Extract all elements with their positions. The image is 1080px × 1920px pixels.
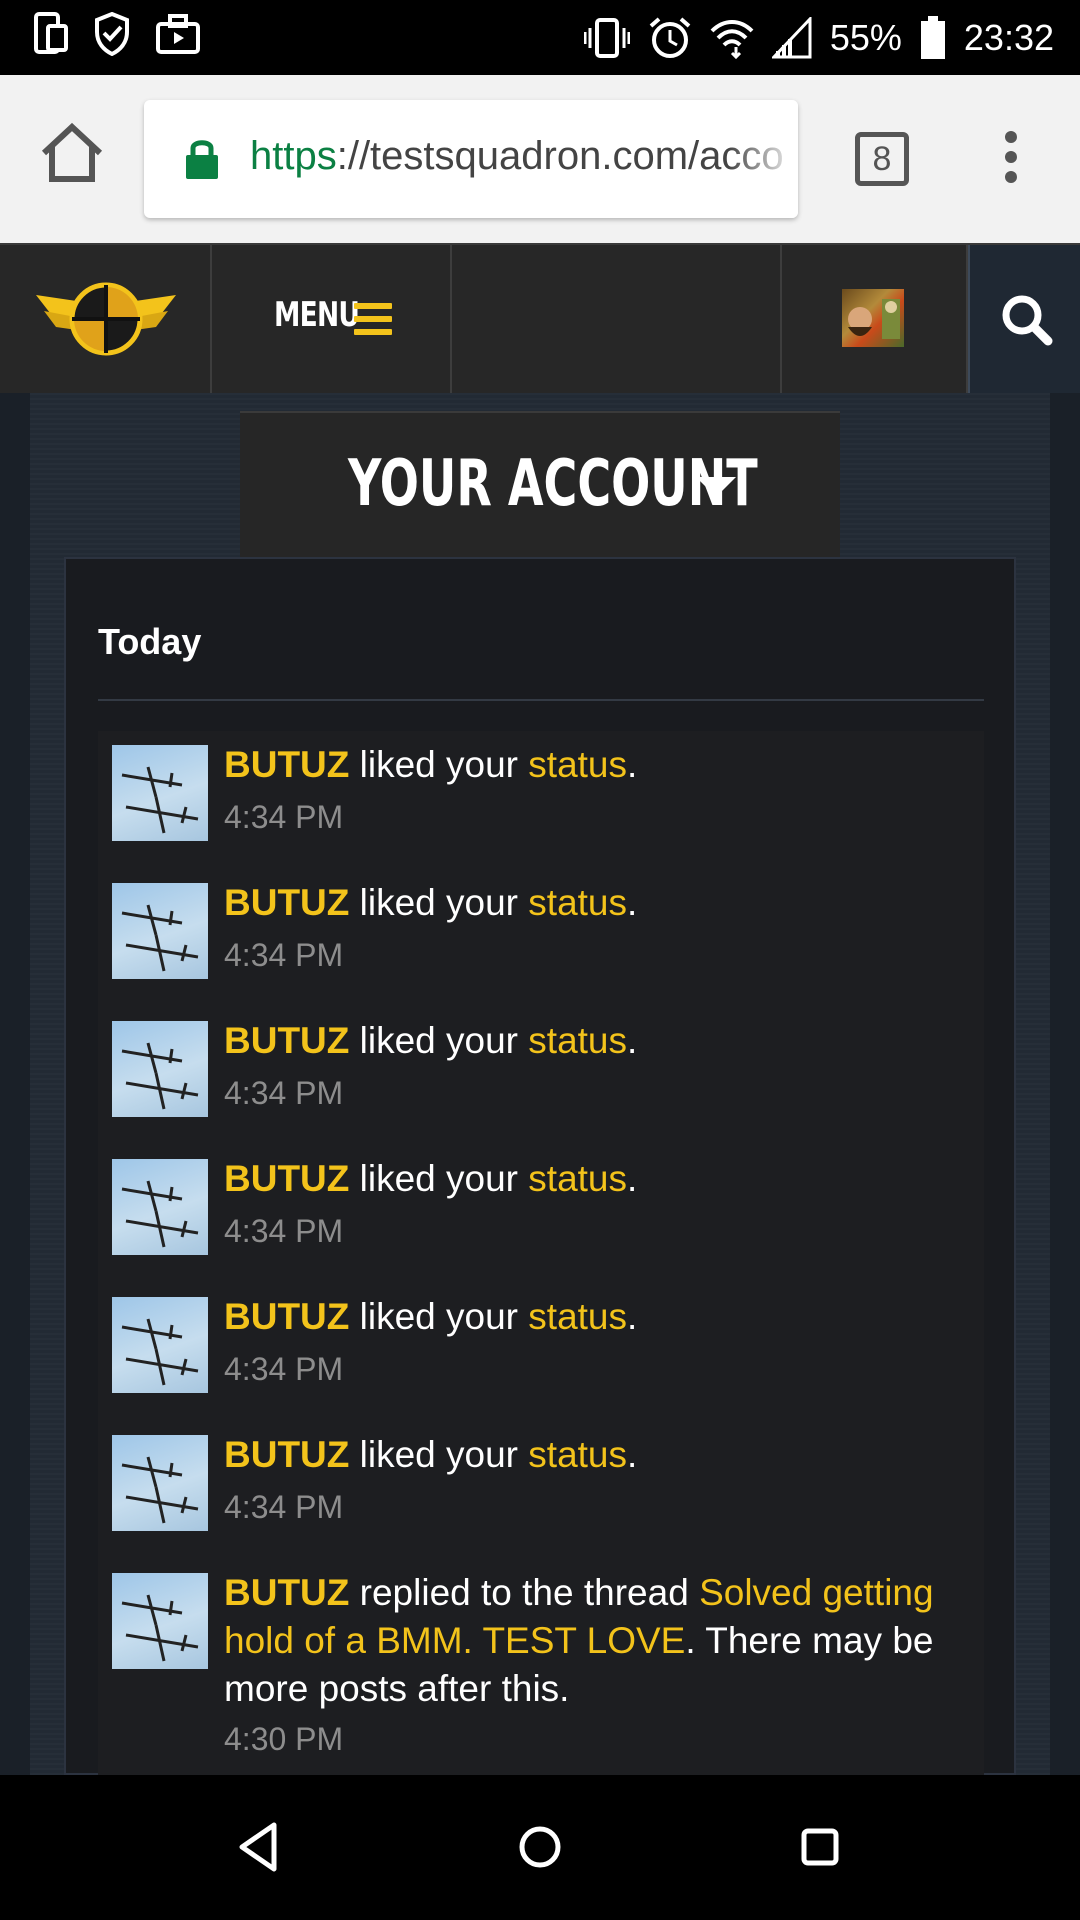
search-button[interactable] xyxy=(968,245,1080,393)
content-link[interactable]: status xyxy=(528,882,627,923)
user-link[interactable]: BUTUZ xyxy=(224,1572,349,1613)
site-logo[interactable] xyxy=(0,245,212,393)
battery-icon xyxy=(920,16,945,59)
content-link[interactable]: status xyxy=(528,744,627,785)
wifi-icon xyxy=(710,20,754,59)
caret-down-icon xyxy=(696,477,736,497)
url-text: https://testsquadron.com/acco xyxy=(250,134,784,178)
home-icon[interactable] xyxy=(38,119,106,187)
battery-percent: 55% xyxy=(829,17,902,58)
screenshot-icon xyxy=(34,12,68,54)
user-thumbnail[interactable] xyxy=(112,1435,208,1531)
timestamp: 4:34 PM xyxy=(224,1351,344,1387)
briefcase-icon xyxy=(156,14,200,54)
notification-text: BUTUZ liked your status. xyxy=(224,1020,638,1061)
timestamp: 4:34 PM xyxy=(224,1489,344,1525)
content-link[interactable]: status xyxy=(528,1158,627,1199)
timestamp: 4:30 PM xyxy=(224,1721,344,1757)
browser-toolbar: https://testsquadron.com/acco 8 xyxy=(0,75,1080,243)
user-thumbnail[interactable] xyxy=(112,1573,208,1669)
user-link[interactable]: BUTUZ xyxy=(224,1020,349,1061)
alarm-icon xyxy=(649,17,691,58)
clock: 23:32 xyxy=(963,17,1054,58)
status-bar: 55% 23:32 xyxy=(0,0,1080,75)
menu-label: MENU xyxy=(274,295,360,335)
menu-button[interactable]: MENU xyxy=(212,245,452,393)
notification-text: BUTUZ replied to the thread Solved getti… xyxy=(224,1572,934,1709)
user-link[interactable]: BUTUZ xyxy=(224,744,349,785)
avatar xyxy=(842,289,904,347)
timestamp: 4:34 PM xyxy=(224,799,344,835)
content-link[interactable]: status xyxy=(528,1020,627,1061)
system-nav-bar xyxy=(0,1775,1080,1920)
shield-check-icon xyxy=(95,12,129,56)
address-bar[interactable]: https://testsquadron.com/acco xyxy=(144,100,798,218)
user-thumbnail[interactable] xyxy=(112,1159,208,1255)
hamburger-icon xyxy=(354,303,392,342)
lock-icon xyxy=(186,140,218,179)
divider xyxy=(98,699,984,701)
timestamp: 4:34 PM xyxy=(224,1213,344,1249)
user-thumbnail[interactable] xyxy=(112,1021,208,1117)
notification-text: BUTUZ liked your status. xyxy=(224,744,638,785)
content-link[interactable]: status xyxy=(528,1296,627,1337)
notification-text: BUTUZ liked your status. xyxy=(224,882,638,923)
recents-icon[interactable] xyxy=(788,1815,852,1879)
content-link[interactable]: status xyxy=(528,1434,627,1475)
user-link[interactable]: BUTUZ xyxy=(224,1296,349,1337)
nav-spacer xyxy=(452,245,782,393)
signal-icon xyxy=(771,17,812,59)
back-icon[interactable] xyxy=(228,1815,292,1879)
notifications-panel: Today BUTUZ liked your status. 4:34 PM B… xyxy=(64,557,1016,1777)
timestamp: 4:34 PM xyxy=(224,1075,344,1111)
notification-list: BUTUZ liked your status. 4:34 PM BUTUZ l… xyxy=(98,731,984,1777)
notification-text: BUTUZ liked your status. xyxy=(224,1296,638,1337)
squadron-logo-icon xyxy=(36,282,176,356)
user-link[interactable]: BUTUZ xyxy=(224,882,349,923)
home-circle-icon[interactable] xyxy=(508,1815,572,1879)
account-dropdown[interactable]: YOUR ACCOUNT xyxy=(240,411,840,557)
search-icon xyxy=(1002,295,1053,346)
more-options-icon[interactable] xyxy=(996,131,1026,191)
user-thumbnail[interactable] xyxy=(112,883,208,979)
notification-text: BUTUZ liked your status. xyxy=(224,1434,638,1475)
user-thumbnail[interactable] xyxy=(112,1297,208,1393)
site-header: MENU xyxy=(0,243,1080,393)
section-heading: Today xyxy=(98,621,202,662)
user-menu[interactable] xyxy=(782,245,968,393)
timestamp: 4:34 PM xyxy=(224,937,344,973)
user-link[interactable]: BUTUZ xyxy=(224,1434,349,1475)
tab-switcher-button[interactable]: 8 xyxy=(855,132,909,186)
user-link[interactable]: BUTUZ xyxy=(224,1158,349,1199)
user-thumbnail[interactable] xyxy=(112,745,208,841)
vibrate-icon xyxy=(583,18,630,58)
notification-text: BUTUZ liked your status. xyxy=(224,1158,638,1199)
